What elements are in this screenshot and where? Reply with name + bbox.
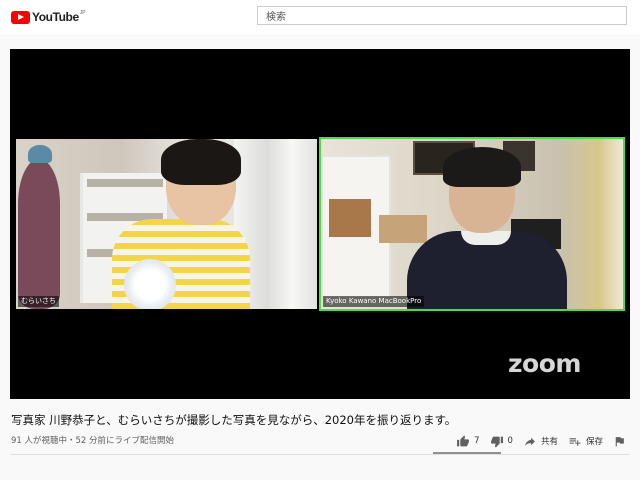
- share-button[interactable]: 共有: [523, 435, 558, 448]
- video-title: 写真家 川野恭子と、むらいさちが撮影した写真を見ながら、2020年を振り返ります…: [11, 413, 457, 427]
- add-to-playlist-icon: [569, 437, 581, 446]
- save-button[interactable]: 保存: [568, 435, 603, 448]
- background-hat: [28, 145, 52, 163]
- dislike-button[interactable]: 0: [490, 435, 513, 448]
- dislike-count: 0: [507, 436, 513, 446]
- background-basket: [329, 199, 371, 237]
- participant-name-tag: Kyoko Kawano MacBookPro: [323, 296, 425, 307]
- participant-name-tag: むらいさち: [18, 296, 59, 307]
- video-player[interactable]: むらいさち Kyoko Kawano MacBookPro zoom: [10, 49, 630, 399]
- zoom-watermark: zoom: [508, 349, 581, 378]
- thumbs-up-icon: [457, 435, 470, 446]
- like-count: 7: [474, 436, 480, 446]
- search-box[interactable]: [257, 6, 627, 26]
- thumbs-down-icon: [490, 436, 503, 447]
- background-surfboard: [18, 159, 60, 309]
- handheld-fan: [124, 259, 176, 309]
- search-input[interactable]: [258, 9, 626, 26]
- save-label: 保存: [585, 437, 603, 447]
- participant-hair: [443, 147, 521, 187]
- share-icon: [525, 437, 535, 446]
- masthead: YouTube JP: [0, 0, 640, 34]
- logo-text: YouTube: [32, 10, 79, 24]
- youtube-play-icon: [11, 10, 30, 24]
- participant-tile-left: むらいさち: [16, 139, 317, 309]
- report-button[interactable]: [613, 435, 630, 448]
- logo-region: JP: [79, 10, 86, 16]
- share-label: 共有: [540, 437, 558, 447]
- background-box: [379, 215, 427, 243]
- youtube-logo[interactable]: YouTube JP: [11, 9, 86, 25]
- video-actions: 7 0 共有 保存: [446, 433, 630, 449]
- like-button[interactable]: 7: [456, 435, 480, 448]
- participant-hair: [161, 139, 241, 185]
- flag-icon: [615, 436, 624, 446]
- participant-tile-right: Kyoko Kawano MacBookPro: [319, 137, 625, 311]
- info-divider: [10, 454, 630, 455]
- view-count-line: 91 人が視聴中・52 分前にライブ配信開始: [11, 436, 175, 446]
- participant-collar: [461, 231, 511, 245]
